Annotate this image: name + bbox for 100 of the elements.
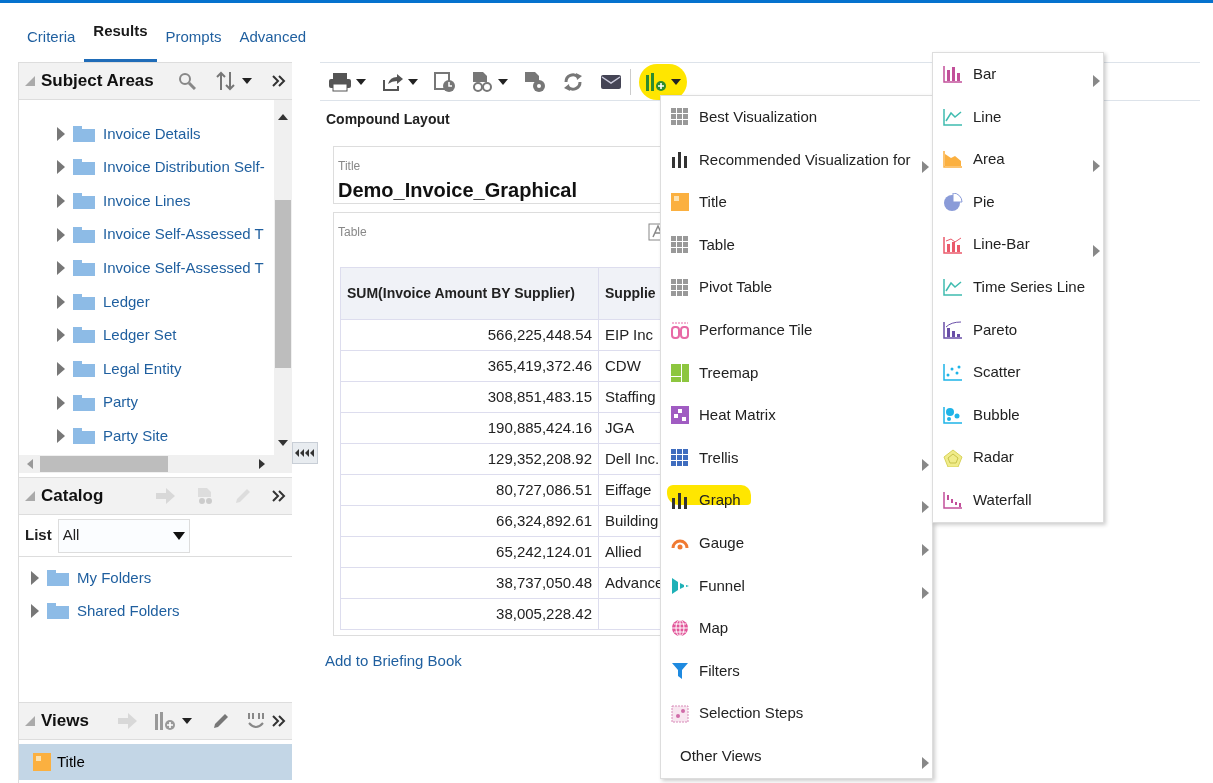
globe-icon [671,619,689,638]
selection-steps-icon [671,704,689,723]
scroll-thumb[interactable] [40,456,168,472]
preview-icon[interactable] [472,70,494,93]
menu-item[interactable]: Map [661,607,932,650]
mail-icon[interactable] [600,72,622,91]
scroll-up-icon[interactable] [278,114,288,120]
expand-arrow-icon[interactable] [31,604,39,619]
tree-item[interactable]: Ledger [103,290,150,313]
folder-icon [73,193,95,209]
scatter-chart-icon [943,363,963,382]
menu-item[interactable]: Recommended Visualization for [661,138,932,182]
pencil-icon[interactable] [212,712,230,730]
expand-arrow-icon[interactable] [57,294,65,309]
vertical-scrollbar[interactable] [274,100,292,455]
scroll-down-icon[interactable] [278,440,288,446]
expand-arrow-icon[interactable] [57,126,65,141]
expand-arrow-icon[interactable] [57,227,65,242]
menu-item[interactable]: Title [661,181,932,224]
overflow-icon[interactable] [272,490,286,502]
schedule-icon[interactable] [434,70,456,93]
refresh-icon[interactable] [562,70,584,93]
expand-arrow-icon[interactable] [57,194,65,208]
submenu-arrow-icon [922,160,929,173]
expand-panel-icon[interactable] [295,449,315,457]
collapse-handle[interactable] [292,442,318,464]
tree-item[interactable]: Legal Entity [103,357,182,381]
view-caption: Table [338,224,367,241]
menu-item[interactable]: Selection Steps [661,692,932,735]
menu-item[interactable]: Best Visualization [661,96,932,139]
table-cell: 80,727,086.51 [340,474,599,506]
caret-icon[interactable] [356,78,366,85]
menu-item[interactable]: Time Series Line [933,265,1103,309]
tab[interactable]: Advanced [230,3,316,62]
table-cell: 308,851,483.15 [340,381,599,413]
menu-item[interactable]: Pie [933,180,1103,224]
line-chart-icon [943,278,963,297]
export-icon[interactable] [382,71,404,92]
tree-item[interactable]: Invoice Self-Assessed T [103,256,264,280]
expand-arrow-icon[interactable] [31,570,39,585]
menu-item[interactable]: Other Views [661,734,932,778]
tree-item[interactable]: Invoice Self-Assessed T [103,223,264,246]
add-chart-icon[interactable] [154,711,176,731]
tab[interactable]: Criteria [18,3,85,62]
menu-item[interactable]: Radar [933,436,1103,479]
tree-item[interactable]: My Folders [77,566,152,590]
tree-item[interactable]: Invoice Details [103,122,201,146]
expand-arrow-icon[interactable] [57,429,65,444]
column-header: SUM(Invoice Amount BY Supplier) [340,267,599,320]
grid-icon [671,108,689,127]
menu-item[interactable]: Line-Bar [933,223,1103,266]
menu-item[interactable]: Waterfall [933,478,1103,522]
horizontal-scrollbar[interactable] [19,455,292,473]
scroll-thumb[interactable] [275,200,291,368]
tree-item[interactable]: Invoice Lines [103,189,191,213]
expand-arrow-icon[interactable] [57,328,65,343]
scroll-left-icon[interactable] [27,459,33,469]
print-icon[interactable] [328,71,352,92]
menu-item[interactable]: Scatter [933,351,1103,394]
caret-icon[interactable] [182,718,192,724]
tree-item[interactable]: Party [103,391,138,414]
pareto-chart-icon [943,320,963,339]
expand-arrow-icon[interactable] [57,160,65,175]
expand-arrow-icon[interactable] [57,361,65,376]
submenu-arrow-icon [1093,245,1100,258]
radar-chart-icon [943,448,963,467]
expand-arrow-icon[interactable] [57,395,65,410]
caret-icon[interactable] [671,78,681,85]
search-icon[interactable] [178,72,196,90]
list-dropdown[interactable]: All [57,518,190,553]
menu-item[interactable]: Filters [661,649,932,693]
area-chart-icon [943,150,963,169]
add-to-briefing-book-link[interactable]: Add to Briefing Book [325,650,462,673]
tab[interactable]: Prompts [156,3,231,62]
caret-icon[interactable] [242,78,252,84]
folder-icon [47,603,69,620]
menu-item[interactable]: Area [933,138,1103,181]
tree-item[interactable]: Ledger Set [103,324,177,347]
table-cell: 129,352,208.92 [340,443,599,475]
overflow-icon[interactable] [272,75,286,87]
menu-item[interactable]: Table [661,223,932,267]
menu-item[interactable]: Line [933,95,1103,139]
tree-item[interactable]: Shared Folders [77,600,180,623]
waterfall-chart-icon [943,491,963,510]
menu-item[interactable]: Bubble [933,393,1103,437]
menu-item[interactable]: Pareto [933,308,1103,352]
settings-icon[interactable] [524,70,546,93]
expand-arrow-icon[interactable] [57,261,65,276]
tree-item[interactable]: Invoice Distribution Self- [103,156,265,179]
tree-item[interactable]: Party Site [103,424,169,448]
panel-title: Catalog [41,485,104,508]
bar-chart-icon [671,150,689,169]
scroll-right-icon[interactable] [259,459,265,469]
view-item[interactable]: Title [19,744,292,780]
folder-icon [47,569,69,586]
sort-icon[interactable] [216,71,236,91]
caret-icon[interactable] [498,78,508,85]
menu-item[interactable]: Bar [933,53,1103,96]
overflow-icon[interactable] [272,715,286,727]
caret-icon[interactable] [408,78,418,85]
